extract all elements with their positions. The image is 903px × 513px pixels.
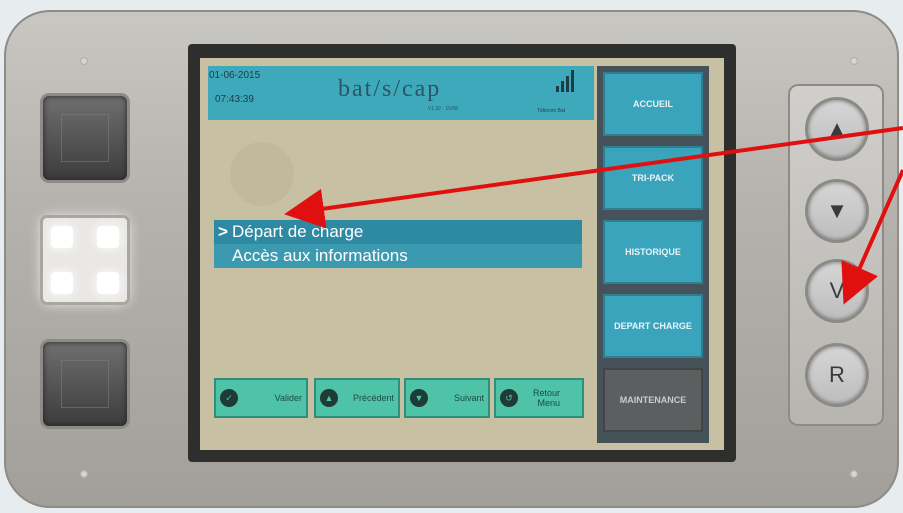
annotation-arrow-validate — [841, 169, 903, 305]
annotation-arrow-menu — [284, 126, 903, 229]
annotation-arrows — [284, 126, 903, 305]
